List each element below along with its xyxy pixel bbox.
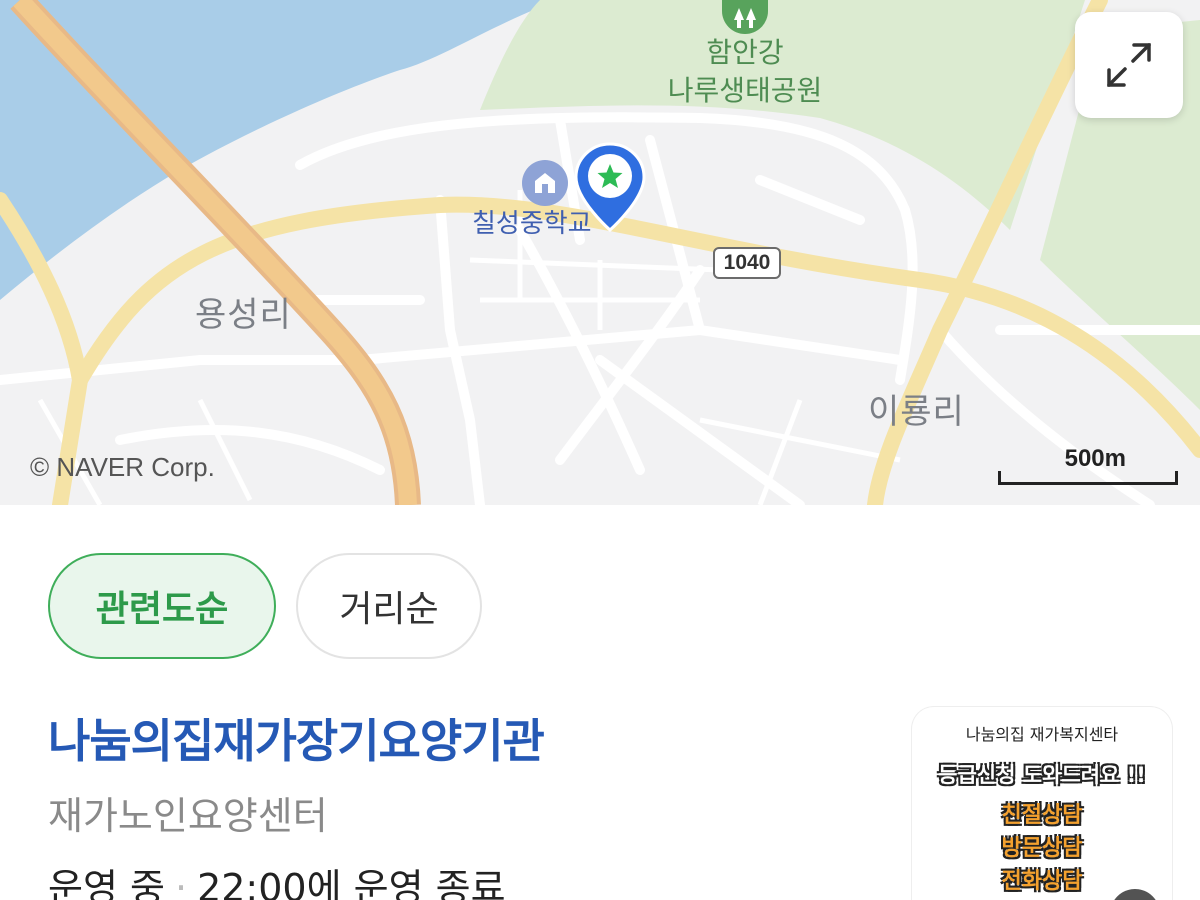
thumbnail-lines: 친절상담 방문상담 전화상담	[912, 799, 1172, 898]
scale-label: 500m	[1064, 445, 1126, 472]
location-pin-icon[interactable]	[573, 142, 647, 234]
separator-dot: ·	[174, 866, 188, 900]
thumbnail-headline: 등급신청 도와드려요 !!	[938, 763, 1146, 787]
park-label-line1: 함안강	[706, 36, 784, 69]
place-name-link[interactable]: 나눔의집재가장기요양기관	[48, 705, 545, 771]
thumbnail-line: 방문상담	[1001, 836, 1083, 861]
scale-bar	[998, 471, 1178, 485]
app: 함안강 나루생태공원 칠성중학교 1040 용성리 이룡리 © NAVER Co…	[0, 0, 1200, 900]
place-thumbnail[interactable]: 나눔의집 재가복지센타 등급신청 도와드려요 !! 친절상담 방문상담 전화상담	[912, 707, 1172, 900]
sort-relevance-chip[interactable]: 관련도순	[48, 553, 276, 659]
open-status: 운영 중	[48, 866, 165, 900]
map-copyright: © NAVER Corp.	[30, 452, 215, 482]
closing-time: 22:00에 운영 종료	[197, 866, 506, 900]
road-number-shield: 1040	[713, 247, 781, 279]
map-view[interactable]: 함안강 나루생태공원 칠성중학교 1040 용성리 이룡리 © NAVER Co…	[0, 0, 1200, 505]
place-status-row: 운영 중 · 22:00에 운영 종료	[48, 857, 506, 900]
place-label-right[interactable]: 이룡리	[868, 384, 965, 433]
expand-icon	[1107, 43, 1151, 87]
park-label[interactable]: 함안강 나루생태공원	[640, 34, 850, 110]
school-icon	[522, 160, 568, 206]
results-sheet: 관련도순 거리순 나눔의집재가장기요양기관 재가노인요양센터 운영 중 · 22:0…	[0, 505, 1200, 900]
park-label-line2: 나루생태공원	[667, 74, 823, 107]
place-category: 재가노인요양센터	[48, 794, 328, 838]
thumbnail-line: 친절상담	[1001, 803, 1083, 828]
map-scale: 500m	[998, 445, 1178, 485]
sort-distance-chip[interactable]: 거리순	[296, 553, 482, 659]
place-label-left[interactable]: 용성리	[195, 287, 292, 336]
thumbnail-title: 나눔의집 재가복지센타	[965, 725, 1119, 744]
map-canvas	[0, 0, 1200, 505]
expand-map-button[interactable]	[1075, 12, 1183, 118]
